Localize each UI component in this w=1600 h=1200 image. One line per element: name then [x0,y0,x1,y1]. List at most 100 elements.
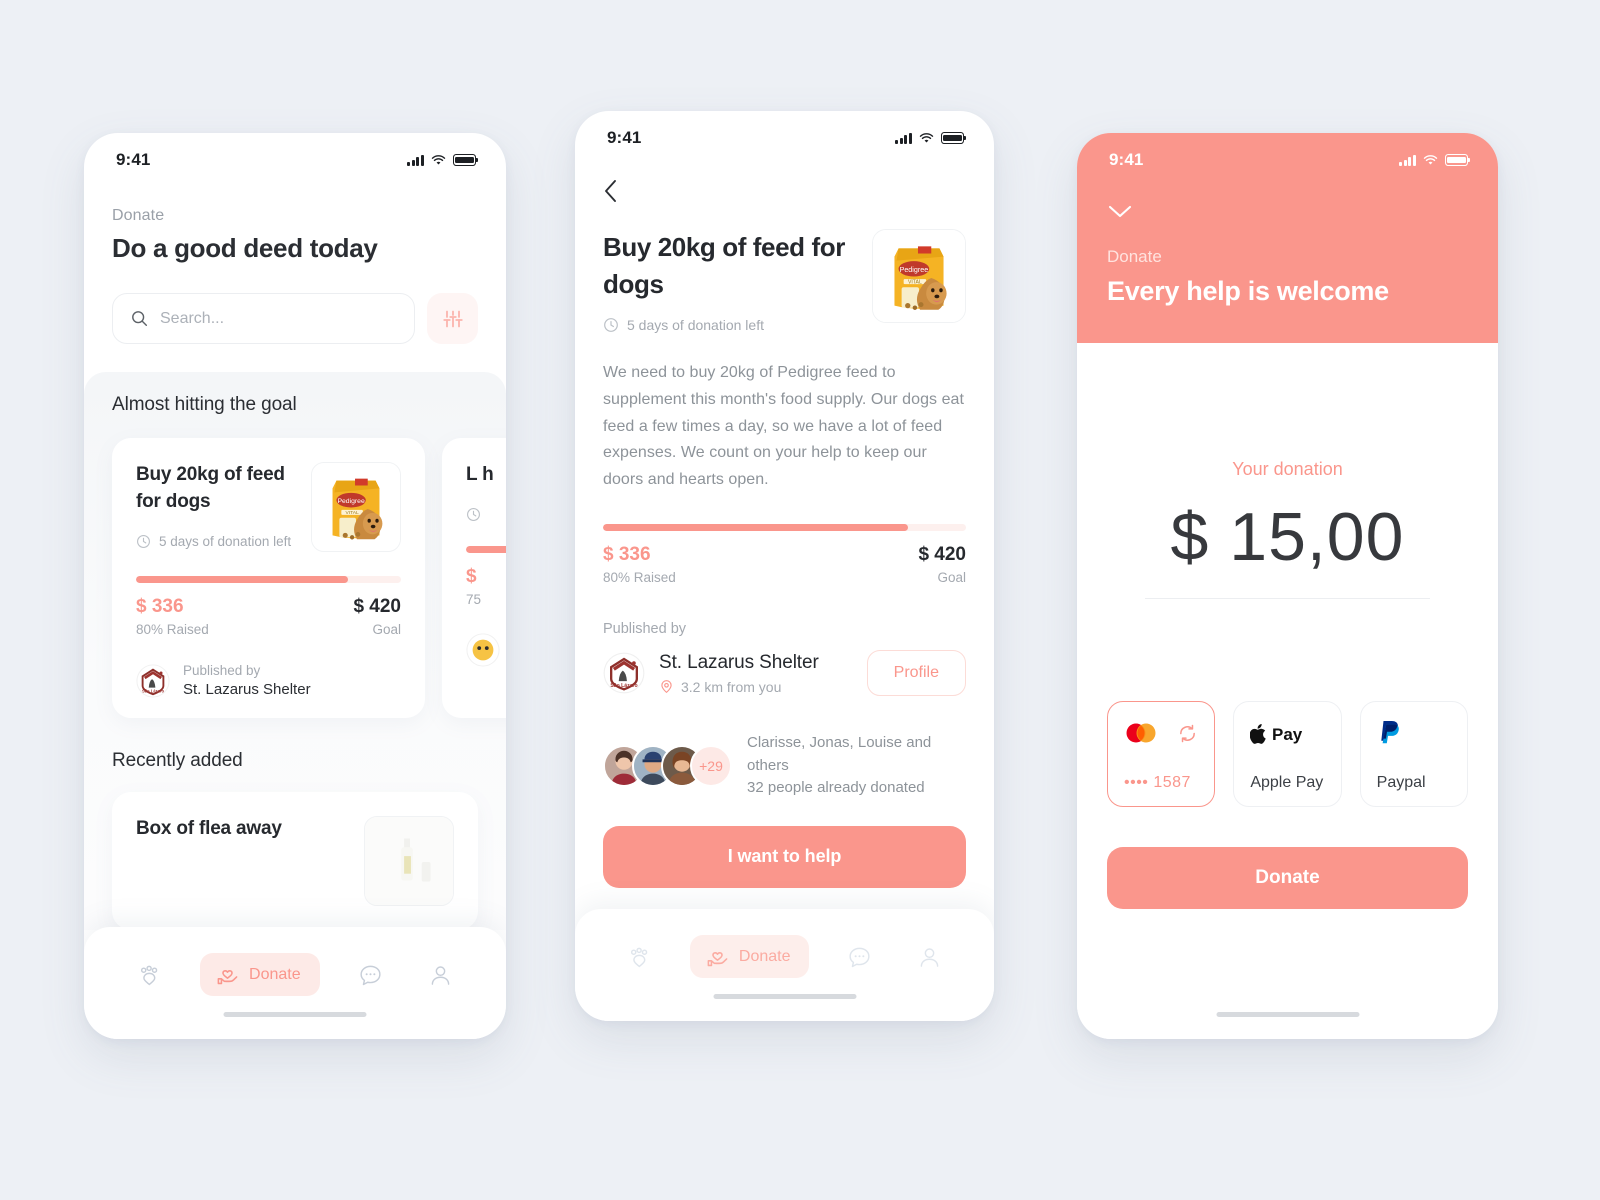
tab-donate[interactable]: Donate [200,953,320,996]
svg-text:Pay: Pay [1272,725,1303,744]
donate-button[interactable]: Donate [1107,847,1468,910]
home-indicator [713,993,856,999]
phone-screen-payment: 9:41 Donate Every help is welcome Your d… [1077,133,1498,1039]
chat-bubble-icon [849,947,870,968]
donation-card-deadline-partial [466,507,506,522]
detail-description: We need to buy 20kg of Pedigree feed to … [603,363,964,489]
profile-button[interactable]: Profile [866,650,966,697]
apple-pay-icon: Pay [1250,724,1303,744]
raised-amount: $ 336 [136,596,184,617]
shelter-logo-icon-2 [466,633,500,667]
phone-screen-donation-detail: 9:41 Buy 20kg of feed for dogs 5 days of… [575,111,994,1021]
section-title-almost-hitting: Almost hitting the goal [112,394,297,415]
donation-card-next[interactable]: L h $ 75 [442,438,506,718]
screens-stage: 9:41 Donate Do a good deed today Search.… [0,0,1600,1200]
amounts-row: $ 336 80% Raised $ 420 Goal [136,596,401,637]
payment-method-apple-pay[interactable]: Pay Apple Pay [1233,701,1342,808]
tab-chat[interactable] [840,935,879,980]
recent-card[interactable]: Box of flea away [112,792,478,930]
detail-title: Buy 20kg of feed for dogs [603,232,845,299]
tab-chat[interactable] [351,953,390,998]
recent-card-title: Box of flea away [136,818,282,839]
search-input[interactable]: Search... [112,293,415,344]
status-icons [407,154,479,166]
payment-header-content: Donate Every help is welcome [1077,187,1498,307]
donation-card-carousel[interactable]: Buy 20kg of feed for dogs 5 days of dona… [112,438,506,718]
hand-heart-icon [217,970,238,985]
flea-spray-image [365,817,453,905]
section-title-recently-added: Recently added [112,750,243,771]
status-bar-3: 9:41 [1077,133,1498,187]
search-row: Search... [112,293,478,344]
shelter-logo-icon: São Lázaro [136,663,170,698]
svg-text:Pedigree: Pedigree [337,498,365,505]
payment-methods: •••• 1587 Pay Apple Pay Paypal [1107,701,1468,808]
status-icons [1399,154,1471,166]
status-bar-2: 9:41 [575,111,994,165]
wifi-icon [1423,154,1438,165]
detail-progress-bar [603,524,966,532]
cellular-signal-icon [407,154,424,166]
tab-donate-label: Donate [738,947,791,965]
distance-text: 3.2 km from you [681,678,782,695]
tab-pets[interactable] [620,935,659,980]
raised-percent-partial: 75 [466,591,482,607]
payment-method-mastercard[interactable]: •••• 1587 [1107,701,1216,808]
status-icons [895,132,967,144]
goal-amount: $ 420 [353,596,401,617]
wifi-icon [431,154,446,165]
phone-screen-donate-list: 9:41 Donate Do a good deed today Search.… [84,133,506,1039]
home-indicator [223,1011,367,1017]
back-button[interactable] [603,173,633,209]
chevron-down-icon [1108,205,1132,217]
mastercard-icon [1126,723,1156,743]
cellular-signal-icon [1399,154,1416,166]
list-body: Almost hitting the goal Buy 20kg of feed… [84,372,506,930]
donation-card-deadline: 5 days of donation left [136,534,299,549]
progress-bar-partial [466,545,506,553]
bottom-tab-bar-2[interactable]: Donate [575,909,994,1021]
payment-method-paypal[interactable]: Paypal [1359,701,1468,808]
amount-underline [1145,598,1430,600]
battery-icon [453,154,479,166]
filter-sliders-icon [442,310,463,327]
search-placeholder: Search... [160,309,225,327]
search-icon [132,311,148,327]
tab-profile[interactable] [421,953,460,998]
bottom-tab-bar[interactable]: Donate [84,927,506,1039]
detail-thumbnail: Pedigree VITAL [872,229,966,323]
tab-pets[interactable] [130,953,169,998]
publisher-row-partial [466,633,506,667]
donation-card[interactable]: Buy 20kg of feed for dogs 5 days of dona… [112,438,425,718]
detail-published-by-label: Published by [603,621,687,638]
i-want-to-help-button[interactable]: I want to help [603,825,966,888]
paw-heart-icon [140,965,157,986]
filter-button[interactable] [427,293,478,344]
amounts-row-partial: $ 75 [466,566,506,607]
detail-publisher-name: St. Lazarus Shelter [659,651,819,673]
donor-overflow-badge[interactable]: +29 [690,744,732,787]
shelter-logo-icon: São Lázaro [603,652,645,694]
donors-row: +29 Clarisse, Jonas, Louise and others 3… [603,732,966,800]
payment-method-mastercard-label: •••• 1587 [1124,774,1191,792]
recent-card-thumbnail [364,816,454,906]
payment-method-apple-pay-label: Apple Pay [1250,774,1324,792]
donor-names: Clarisse, Jonas, Louise and others [747,734,932,774]
refresh-icon[interactable] [1177,723,1198,744]
status-time: 9:41 [1109,150,1144,169]
svg-text:São Lázaro: São Lázaro [142,688,165,693]
tab-profile[interactable] [910,935,949,980]
hand-heart-icon [707,952,728,967]
user-icon [431,966,450,985]
publisher-row[interactable]: São Lázaro Published by St. Lazarus Shel… [136,663,401,698]
detail-deadline: 5 days of donation left [603,317,852,333]
wifi-icon [919,132,934,143]
donor-avatar-stack[interactable]: +29 [603,744,732,787]
tab-donate[interactable]: Donate [689,935,810,978]
donation-card-thumbnail: Pedigree VITAL [311,462,401,552]
svg-text:VITAL: VITAL [908,280,922,286]
clock-icon [137,534,150,548]
payment-eyebrow: Donate [1107,247,1162,266]
donation-amount-field[interactable]: $ 15,00 [1107,498,1468,576]
collapse-button[interactable] [1107,197,1468,225]
